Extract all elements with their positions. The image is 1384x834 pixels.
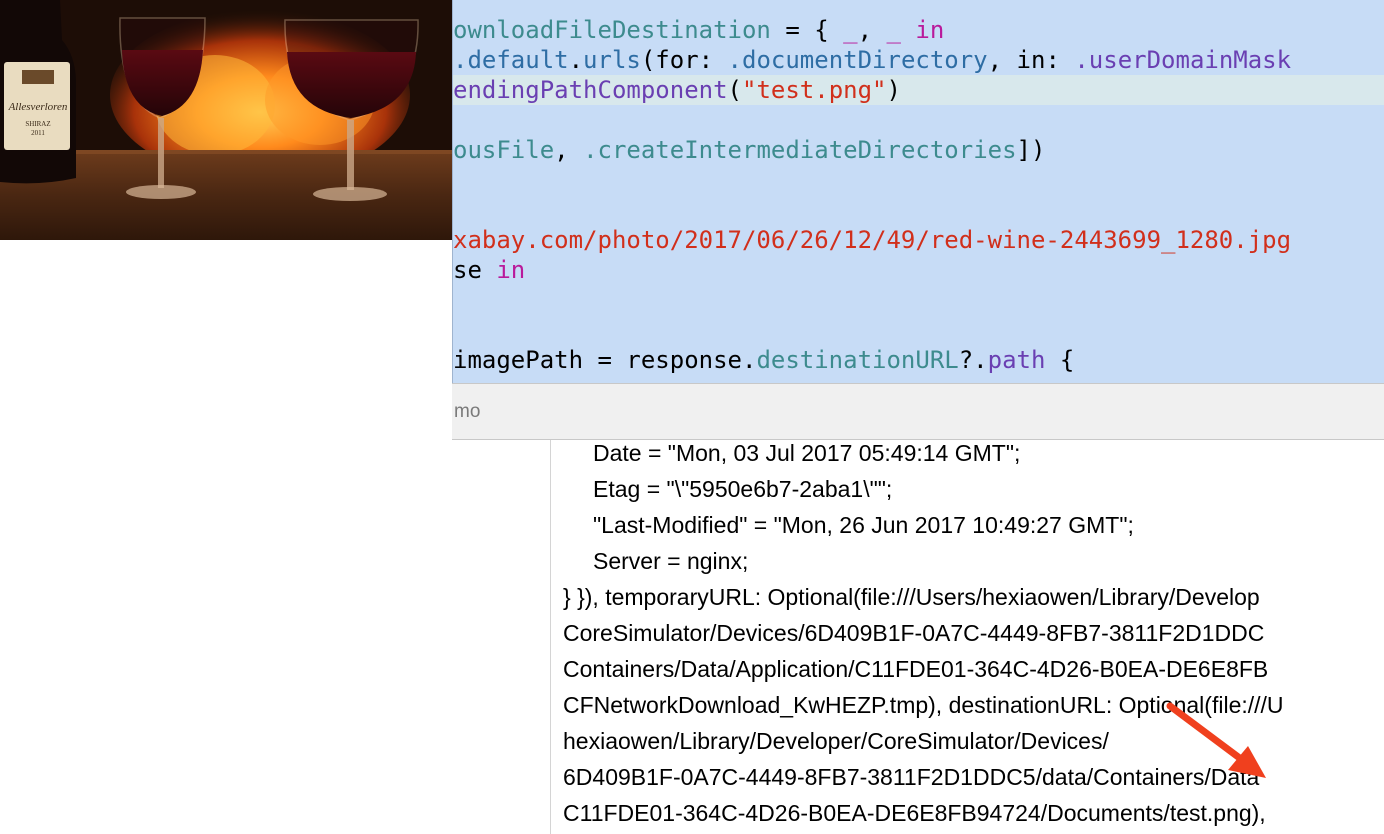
debug-target-label: mo [454, 401, 481, 422]
code-token: _ [843, 16, 858, 44]
console-line: CoreSimulator/Devices/6D409B1F-0A7C-4449… [563, 620, 1265, 646]
code-token: (for: [640, 46, 728, 74]
code-token: se [453, 256, 497, 284]
code-editor[interactable]: ownloadFileDestination = { _, _ in .defau… [452, 0, 1384, 383]
code-token: destinationURL [756, 346, 959, 374]
code-token: endingPathComponent [453, 76, 728, 104]
code-token: ownloadFileDestination [453, 16, 771, 44]
code-token: ( [727, 76, 742, 104]
console-line: Containers/Data/Application/C11FDE01-364… [563, 656, 1269, 682]
console-line: 6D409B1F-0A7C-4449-8FB7-3811F2D1DDC5/dat… [563, 764, 1260, 790]
code-token: path [987, 346, 1046, 374]
svg-text:2011: 2011 [31, 129, 45, 137]
console-line: Server = nginx; [593, 548, 749, 574]
code-token: ousFile [453, 136, 555, 164]
code-token: , [554, 136, 584, 164]
console-line: CFNetworkDownload_KwHEZP.tmp), destinati… [563, 692, 1284, 718]
code-line[interactable]: .default.urls(for: .documentDirectory, i… [453, 45, 1291, 75]
code-line[interactable]: ousFile, .createIntermediateDirectories]… [453, 135, 1045, 165]
console-line: Date = "Mon, 03 Jul 2017 05:49:14 GMT"; [593, 440, 1021, 466]
code-token: ) [886, 76, 901, 104]
code-token: , [857, 16, 887, 44]
code-token: imagePath = response. [453, 346, 757, 374]
code-token: ]) [1016, 136, 1046, 164]
code-line[interactable]: endingPathComponent("test.png") [453, 75, 1384, 105]
code-line[interactable]: xabay.com/photo/2017/06/26/12/49/red-win… [453, 225, 1291, 255]
code-token: _ [886, 16, 901, 44]
variables-pane [452, 440, 551, 834]
code-token: urls [583, 46, 641, 74]
console-line: "Last-Modified" = "Mon, 26 Jun 2017 10:4… [593, 512, 1134, 538]
code-line[interactable]: ownloadFileDestination = { _, _ in [453, 15, 944, 45]
code-token: in [915, 16, 945, 44]
code-token: .documentDirectory [727, 46, 988, 74]
wine-photo: Allesverloren SHIRAZ 2011 [0, 0, 452, 240]
debug-bar: mo [452, 383, 1384, 440]
code-line[interactable]: imagePath = response.destinationURL?.pat… [453, 345, 1074, 375]
console-output[interactable]: Date = "Mon, 03 Jul 2017 05:49:14 GMT"; E… [551, 440, 1384, 834]
code-token: { [1045, 346, 1075, 374]
code-token: xabay.com/photo/2017/06/26/12/49/red-win… [453, 226, 1292, 254]
console-line: Etag = "\"5950e6b7-2aba1\""; [593, 476, 893, 502]
code-token: . [568, 46, 584, 74]
code-line[interactable]: se in [453, 255, 525, 285]
code-token: "test.png" [742, 76, 887, 104]
code-token: , in: [987, 46, 1075, 74]
simulator-blank-area [0, 240, 452, 834]
svg-text:Allesverloren: Allesverloren [8, 101, 68, 113]
console-line: hexiaowen/Library/Developer/CoreSimulato… [563, 728, 1109, 754]
code-token: .userDomainMask [1074, 46, 1292, 74]
svg-text:SHIRAZ: SHIRAZ [25, 120, 50, 128]
code-token: = { [770, 16, 844, 44]
console-line: C11FDE01-364C-4D26-B0EA-DE6E8FB94724/Doc… [563, 800, 1266, 826]
wine-fireplace-image: Allesverloren SHIRAZ 2011 [0, 0, 452, 240]
console-line: } }), temporaryURL: Optional(file:///Use… [563, 584, 1260, 610]
code-token: ?. [958, 346, 988, 374]
code-token: .default [453, 46, 569, 74]
code-token: .createIntermediateDirectories [583, 136, 1017, 164]
code-token: in [496, 256, 526, 284]
